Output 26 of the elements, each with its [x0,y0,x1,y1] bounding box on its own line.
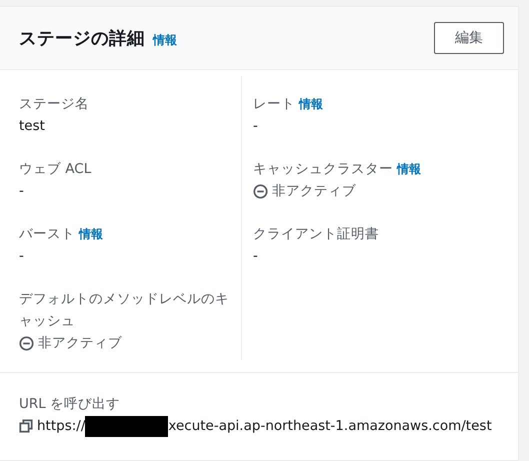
inactive-icon [253,184,268,198]
field-value: - [19,247,24,266]
field-label: デフォルトのメソッドレベルのキャッシュ [19,291,229,329]
field-value: test [19,117,45,136]
field-label: ウェブ ACL [19,161,92,177]
url-end: xecute-api.ap-northeast-1.amazonaws.com/test [168,417,492,436]
field-value: - [253,247,258,266]
field-label: クライアント証明書 [253,226,379,242]
url-start: https:// [37,417,86,436]
info-link[interactable]: 情報 [299,97,323,111]
inactive-icon [19,336,34,350]
info-link[interactable]: 情報 [397,162,421,176]
status-text: 非アクティブ [272,182,356,201]
field-label: キャッシュクラスター [253,161,393,177]
field-label: レート [253,96,295,112]
status-text: 非アクティブ [38,334,122,353]
field-label: バースト [19,226,75,242]
field-value: - [19,182,24,201]
field-label: ステージ名 [19,96,89,112]
info-link[interactable]: 情報 [79,227,103,241]
edit-button[interactable]: 編集 [434,22,504,54]
copy-icon[interactable] [19,419,33,433]
field-value: - [253,117,258,136]
field-label: URL を呼び出す [19,395,122,414]
info-link[interactable]: 情報 [153,32,177,49]
panel-title: ステージの詳細 [19,28,145,50]
